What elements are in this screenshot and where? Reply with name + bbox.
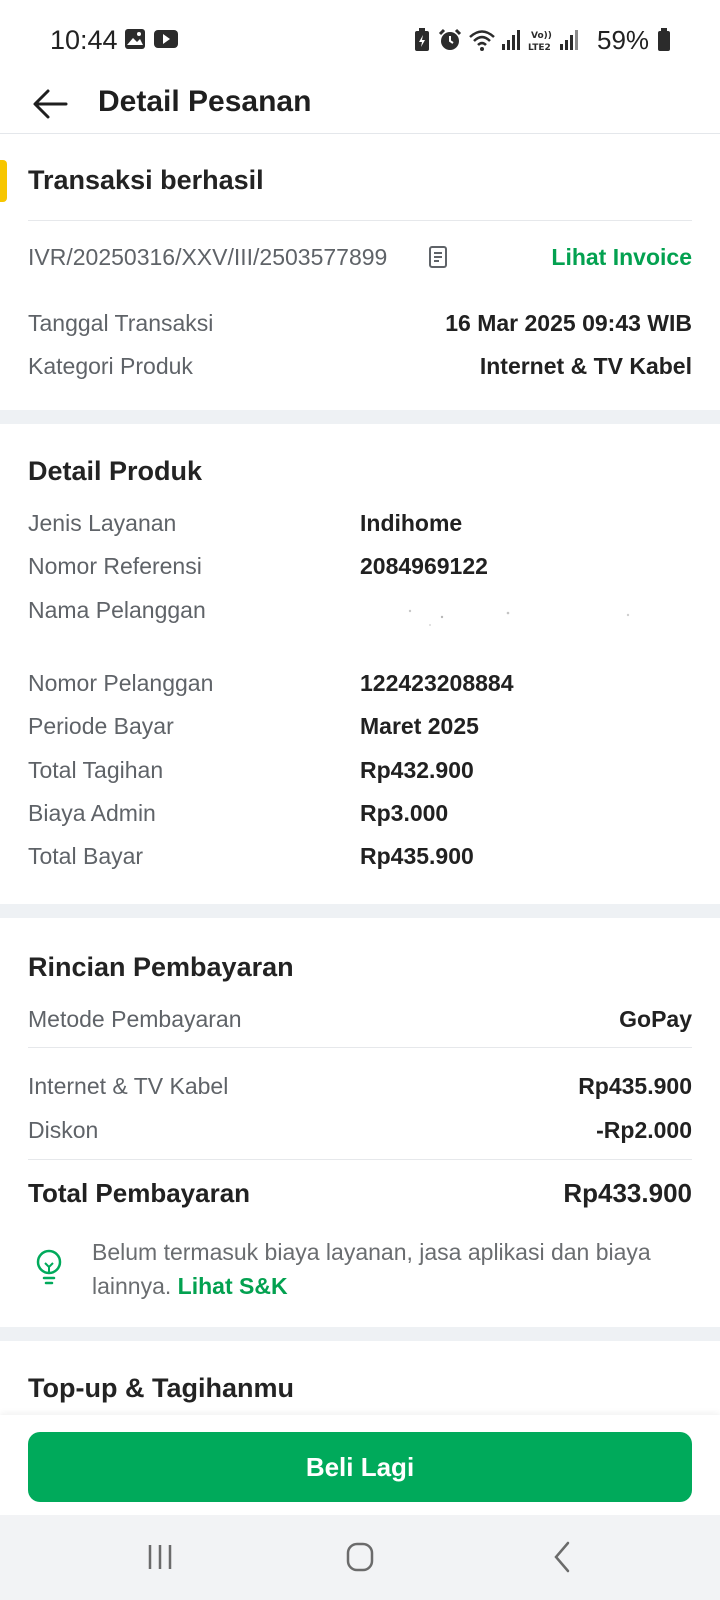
svg-text:Vo)): Vo)) xyxy=(531,31,552,41)
section-separator xyxy=(0,904,720,918)
discount-value: -Rp2.000 xyxy=(596,1117,692,1143)
wifi-icon xyxy=(469,30,495,51)
back-nav-icon[interactable] xyxy=(534,1535,594,1579)
gallery-icon xyxy=(125,29,145,49)
alarm-icon xyxy=(438,28,462,50)
topup-section-title: Top-up & Tagihanmu xyxy=(28,1373,294,1403)
payment-detail-title: Rincian Pembayaran xyxy=(28,952,294,982)
youtube-icon xyxy=(154,30,178,48)
signal-icon xyxy=(502,30,520,50)
payment-method-label: Metode Pembayaran xyxy=(28,1006,242,1032)
invoice-number: IVR/20250316/XXV/III/2503577899 xyxy=(28,244,388,270)
product-category-value: Internet & TV Kabel xyxy=(479,353,692,379)
bottom-action-bar: Beli Lagi xyxy=(0,1415,720,1515)
terms-link[interactable]: Lihat S&K xyxy=(178,1273,288,1299)
reference-number-label: Nomor Referensi xyxy=(28,553,202,579)
billing-period-label: Periode Bayar xyxy=(28,713,174,739)
total-bill-value: Rp432.900 xyxy=(360,757,474,783)
total-payment-value: Rp433.900 xyxy=(563,1178,692,1208)
admin-fee-label: Biaya Admin xyxy=(28,800,156,826)
copy-icon[interactable] xyxy=(428,244,450,270)
system-nav-bar xyxy=(0,1515,720,1600)
divider xyxy=(28,220,692,221)
battery-saver-icon xyxy=(415,28,429,51)
total-pay-label: Total Bayar xyxy=(28,843,144,869)
battery-percent: 59% xyxy=(597,25,650,55)
battery-icon xyxy=(658,28,670,51)
reference-number-value: 2084969122 xyxy=(360,553,488,579)
divider xyxy=(28,1159,692,1160)
status-bar: 10:44 Vo)) LTE2 59% xyxy=(0,0,720,80)
home-icon[interactable] xyxy=(330,1535,390,1579)
transaction-status-title: Transaksi berhasil xyxy=(28,165,264,195)
admin-fee-value: Rp3.000 xyxy=(360,800,449,826)
product-category-label: Kategori Produk xyxy=(28,353,193,379)
fee-disclaimer-text: Belum termasuk biaya layanan, jasa aplik… xyxy=(92,1239,651,1299)
total-pay-value: Rp435.900 xyxy=(360,843,474,869)
total-bill-label: Total Tagihan xyxy=(28,757,164,783)
customer-number-label: Nomor Pelanggan xyxy=(28,670,214,696)
volte-lte2-icon: Vo)) LTE2 xyxy=(528,31,552,53)
back-arrow-icon[interactable] xyxy=(28,82,72,126)
item-value: Rp435.900 xyxy=(578,1073,692,1099)
divider xyxy=(28,1047,692,1048)
section-separator xyxy=(0,410,720,424)
app-bar: Detail Pesanan xyxy=(0,80,720,134)
view-invoice-link[interactable]: Lihat Invoice xyxy=(551,244,692,271)
service-type-label: Jenis Layanan xyxy=(28,510,177,536)
transaction-date-value: 16 Mar 2025 09:43 WIB xyxy=(445,310,692,336)
status-accent-marker xyxy=(0,160,7,202)
svg-text:LTE2: LTE2 xyxy=(528,43,551,53)
fee-disclaimer-note: Belum termasuk biaya layanan, jasa aplik… xyxy=(92,1235,652,1303)
lightbulb-icon xyxy=(36,1249,62,1285)
status-time: 10:44 xyxy=(50,25,118,55)
customer-name-label: Nama Pelanggan xyxy=(28,597,206,623)
transaction-date-label: Tanggal Transaksi xyxy=(28,310,214,336)
payment-method-value: GoPay xyxy=(619,1006,692,1032)
item-label: Internet & TV Kabel xyxy=(28,1073,229,1099)
signal-icon-2 xyxy=(560,30,578,50)
recent-apps-icon[interactable] xyxy=(130,1535,190,1579)
total-payment-label: Total Pembayaran xyxy=(28,1178,251,1208)
buy-again-button[interactable]: Beli Lagi xyxy=(28,1432,692,1502)
section-separator xyxy=(0,1327,720,1341)
customer-name-redacted xyxy=(408,609,630,626)
product-detail-title: Detail Produk xyxy=(28,456,203,486)
customer-number-value: 122423208884 xyxy=(360,670,514,696)
discount-label: Diskon xyxy=(28,1117,99,1143)
service-type-value: Indihome xyxy=(360,510,463,536)
page-title: Detail Pesanan xyxy=(98,85,312,118)
billing-period-value: Maret 2025 xyxy=(360,713,479,739)
